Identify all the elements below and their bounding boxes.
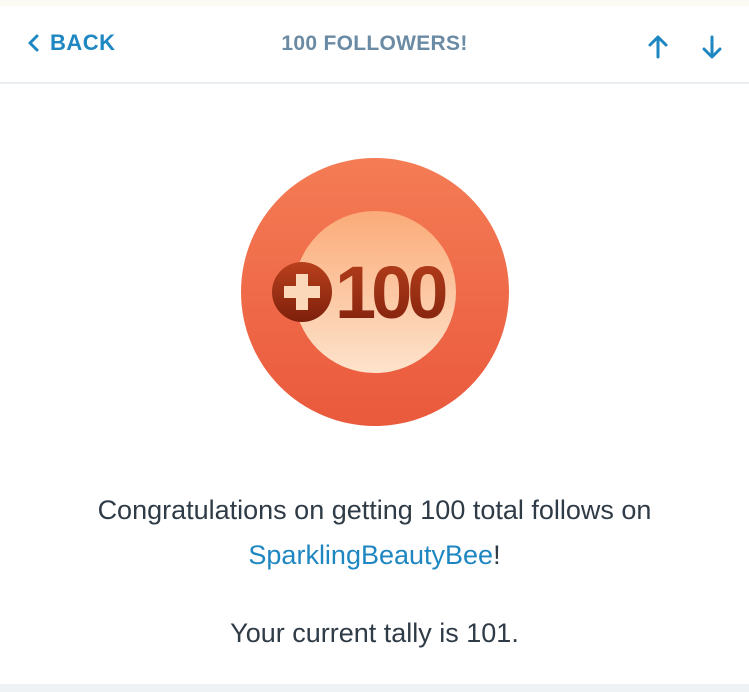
plus-circle-icon [272,262,332,322]
page-title: 100 FOLLOWERS! [281,32,468,55]
previous-button[interactable] [646,34,670,65]
arrow-up-icon [648,35,668,59]
bottom-strip [0,684,749,692]
congrats-message-site: SparklingBeautyBee! [0,540,749,571]
exclamation: ! [493,540,501,570]
header-bar: BACK 100 FOLLOWERS! [0,6,749,84]
achievement-badge: 100 [241,158,509,426]
next-button[interactable] [700,34,724,65]
tally-message: Your current tally is 101. [230,618,519,648]
site-link[interactable]: SparklingBeautyBee [248,540,493,570]
congrats-message: Congratulations on getting 100 total fol… [97,495,652,525]
badge-count: 100 [335,251,446,334]
arrow-down-icon [702,35,722,59]
